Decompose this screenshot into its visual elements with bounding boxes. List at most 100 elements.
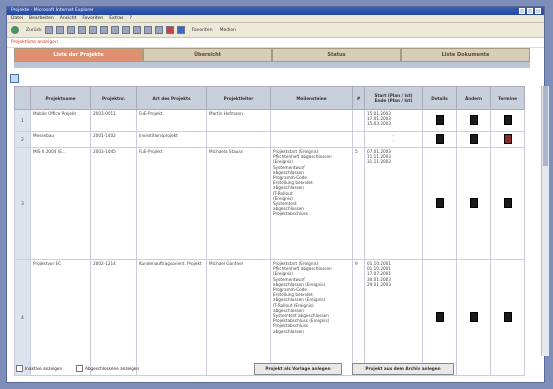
row-number: 2001-1402 xyxy=(90,131,137,148)
refresh-icon[interactable] xyxy=(66,26,75,34)
minimize-icon[interactable] xyxy=(519,8,525,14)
details-button[interactable] xyxy=(435,133,444,144)
dates-button[interactable] xyxy=(503,311,512,322)
forward-icon[interactable] xyxy=(44,26,53,34)
row-count: 5 xyxy=(352,147,365,260)
tab-bar: Liste der Projekte Übersicht Status List… xyxy=(14,48,530,62)
tab-project-list[interactable]: Liste der Projekte xyxy=(14,48,143,62)
tab-documents[interactable]: Liste Dokumente xyxy=(401,48,530,62)
row-milestones: Projektstart (Ereignis) Pflichtenheft ab… xyxy=(270,147,353,260)
row-index: 3 xyxy=(14,147,31,260)
checkbox-label: Abgeschlossene anzeigen xyxy=(85,366,140,371)
tab-status[interactable]: Status xyxy=(272,48,401,62)
back-icon[interactable] xyxy=(11,26,19,34)
col-type[interactable]: Art des Projekts xyxy=(136,86,207,110)
details-button[interactable] xyxy=(435,197,444,208)
col-dates-action: Termine xyxy=(490,86,525,110)
close-icon[interactable] xyxy=(535,8,541,14)
back-button[interactable]: Zurück xyxy=(26,28,42,33)
menu-help[interactable]: ? xyxy=(129,15,131,22)
row-leader: Martin Hofmann xyxy=(206,109,271,132)
show-closed-checkbox[interactable]: Abgeschlossene anzeigen xyxy=(76,365,139,372)
show-inactive-checkbox[interactable]: Inaktive anzeigen xyxy=(16,365,62,372)
row-type: FuE-Projekt xyxy=(136,109,207,132)
mail-icon[interactable] xyxy=(110,26,119,34)
col-details: Details xyxy=(422,86,457,110)
row-index: 1 xyxy=(14,109,31,132)
menu-file[interactable]: Datei xyxy=(11,15,23,22)
table-row[interactable]: 1 Mobile Office Projekt 2003-0011 FuE-Pr… xyxy=(14,109,525,132)
favorites-button[interactable]: Favoriten xyxy=(192,28,213,33)
home-icon[interactable] xyxy=(77,26,86,34)
window-title: Projekte - Microsoft Internet Explorer xyxy=(11,8,94,13)
edit-button[interactable] xyxy=(469,197,478,208)
row-number: 2002-1214 xyxy=(90,259,137,376)
details-button[interactable] xyxy=(435,311,444,322)
row-type: FuE-Projekt xyxy=(136,147,207,260)
table-row[interactable]: 4 Projektvor EC 2002-1214 Kundenauftrags… xyxy=(14,259,525,376)
vertical-scrollbar[interactable] xyxy=(541,86,549,356)
row-name[interactable]: Projektvor EC xyxy=(30,259,91,376)
menu-edit[interactable]: Bearbeiten xyxy=(29,15,54,22)
scroll-thumb[interactable] xyxy=(543,86,548,166)
print-icon[interactable] xyxy=(99,26,108,34)
discuss-icon[interactable] xyxy=(154,26,163,34)
col-name[interactable]: Projektname xyxy=(30,86,91,110)
col-dates[interactable]: Start (Plan / Ist) Ende (Plan / Ist) xyxy=(364,86,423,110)
row-number: 2003-1045 xyxy=(90,147,137,260)
checkbox-label: Inaktive anzeigen xyxy=(25,366,63,371)
row-name[interactable]: Messebau xyxy=(30,131,91,148)
messenger-icon[interactable] xyxy=(165,26,174,34)
page-link[interactable]: Projektliste anzeigen xyxy=(7,38,544,48)
row-leader xyxy=(206,131,271,148)
footer-bar: Inaktive anzeigen Abgeschlossene anzeige… xyxy=(14,362,530,376)
menu-favorites[interactable]: Favoriten xyxy=(82,15,103,22)
menu-bar: Datei Bearbeiten Ansicht Favoriten Extra… xyxy=(7,15,544,23)
row-dates: 01.10.2001 01.10.2001 17.07.2001 30.01.2… xyxy=(364,259,423,376)
maximize-icon[interactable] xyxy=(527,8,533,14)
stop-icon[interactable] xyxy=(55,26,64,34)
dates-button[interactable] xyxy=(503,133,512,144)
dates-button[interactable] xyxy=(503,197,512,208)
dates-button[interactable] xyxy=(503,114,512,125)
edit-icon[interactable] xyxy=(121,26,130,34)
search-icon[interactable] xyxy=(88,26,97,34)
edit-button[interactable] xyxy=(469,114,478,125)
table-row[interactable]: 2 Messebau 2001-1402 Investitionsprojekt… xyxy=(14,131,525,148)
row-leader: Michael Gantner xyxy=(206,259,271,376)
col-count[interactable]: # xyxy=(352,86,365,110)
tab-overview[interactable]: Übersicht xyxy=(143,48,272,62)
media-icon[interactable] xyxy=(176,26,185,34)
row-count xyxy=(352,109,365,132)
menu-view[interactable]: Ansicht xyxy=(60,15,77,22)
row-name[interactable]: Mobile Office Projekt xyxy=(30,109,91,132)
edit-button[interactable] xyxy=(469,311,478,322)
details-button[interactable] xyxy=(435,114,444,125)
create-from-template-button[interactable]: Projekt als Vorlage anlegen xyxy=(254,363,342,375)
checkbox-box[interactable] xyxy=(16,365,23,372)
folder-icon[interactable] xyxy=(143,26,152,34)
row-dates: 15.01.2003 17.01.2003 15.03.2003 xyxy=(364,109,423,132)
row-number: 2003-0011 xyxy=(90,109,137,132)
table-settings-icon[interactable] xyxy=(10,74,19,83)
row-index: 2 xyxy=(14,131,31,148)
col-leader[interactable]: Projektleiter xyxy=(206,86,271,110)
create-from-archive-button[interactable]: Projekt aus dem Archiv anlegen xyxy=(352,363,454,375)
row-type: Investitionsprojekt xyxy=(136,131,207,148)
row-milestones xyxy=(270,131,353,148)
media-button[interactable]: Medien xyxy=(220,28,236,33)
checkbox-box[interactable] xyxy=(76,365,83,372)
menu-tools[interactable]: Extras xyxy=(109,15,123,22)
history-icon[interactable] xyxy=(132,26,141,34)
edit-button[interactable] xyxy=(469,133,478,144)
table-header: Projektname Projektnr. Art des Projekts … xyxy=(14,86,525,110)
col-milestones[interactable]: Meilensteine xyxy=(270,86,353,110)
col-number[interactable]: Projektnr. xyxy=(90,86,137,110)
table-row[interactable]: 3 MIS II 2004 (E... 2003-1045 FuE-Projek… xyxy=(14,147,525,260)
col-edit: Ändern xyxy=(456,86,491,110)
row-milestones xyxy=(270,109,353,132)
row-dates: 07.01.2003 11.11.2003 31.11.2003 xyxy=(364,147,423,260)
row-index: 4 xyxy=(14,259,31,376)
row-count: 9 xyxy=(352,259,365,376)
row-name[interactable]: MIS II 2004 (E... xyxy=(30,147,91,260)
